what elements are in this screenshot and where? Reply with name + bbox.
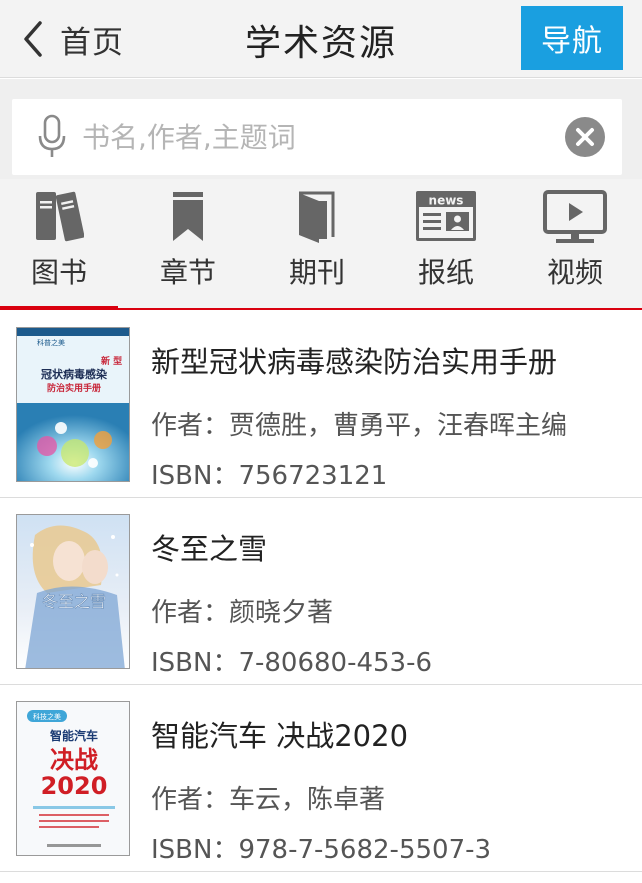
book-list-item[interactable]: 科普之美 新 型 冠状病毒感染 防治实用手册 新型冠状病毒感染防治实用手册 作者… (0, 311, 642, 498)
tab-newspapers[interactable]: news 报纸 (387, 179, 505, 308)
svg-text:冠状病毒感染: 冠状病毒感染 (41, 367, 108, 381)
bookmark-icon (173, 192, 203, 241)
svg-text:冬至之雪: 冬至之雪 (42, 592, 106, 611)
book-cover: 冬至之雪 (16, 514, 130, 669)
tab-label: 期刊 (288, 256, 345, 289)
microphone-icon[interactable] (36, 114, 68, 160)
svg-text:2020: 2020 (41, 772, 108, 800)
list-footer (0, 872, 642, 883)
resource-type-tabs: 图书 章节 期刊 news 报纸 视频 (0, 179, 642, 310)
search-bar (0, 79, 642, 179)
book-isbn: ISBN：756723121 (151, 461, 388, 491)
close-icon (576, 128, 594, 146)
svg-text:科技之美: 科技之美 (33, 712, 61, 721)
tab-journals[interactable]: 期刊 (258, 179, 376, 308)
book-author: 作者：颜晓夕著 (151, 598, 334, 628)
book-isbn: ISBN：7-80680-453-6 (151, 648, 433, 678)
book-author: 作者：车云，陈卓著 (151, 785, 386, 815)
back-label: 首页 (60, 24, 124, 61)
book-isbn: ISBN：978-7-5682-5507-3 (151, 835, 492, 865)
svg-text:防治实用手册: 防治实用手册 (47, 382, 101, 394)
journal-icon (299, 191, 335, 243)
book-author: 作者：贾德胜，曹勇平，汪春晖主编 (151, 411, 568, 441)
svg-text:科普之美: 科普之美 (37, 338, 65, 347)
chevron-left-icon (24, 21, 42, 57)
tab-books[interactable]: 图书 (0, 179, 118, 310)
book-list-item[interactable]: 冬至之雪 冬至之雪 作者：颜晓夕著 ISBN：7-80680-453-6 (0, 498, 642, 685)
tab-label: 视频 (546, 256, 603, 289)
active-tab-indicator (0, 306, 118, 310)
tab-label: 图书 (30, 256, 87, 289)
search-input[interactable] (82, 113, 552, 161)
newspaper-icon: news (416, 191, 476, 241)
tab-label: 章节 (159, 256, 216, 289)
book-cover: 科技之美 智能汽车 决战 2020 (16, 701, 130, 856)
svg-text:智能汽车: 智能汽车 (49, 728, 98, 743)
top-bar: 首页 学术资源 导航 (0, 0, 642, 78)
tab-videos[interactable]: 视频 (516, 179, 634, 308)
navigation-button[interactable]: 导航 (521, 6, 623, 70)
svg-text:新 型: 新 型 (101, 355, 122, 367)
book-title: 新型冠状病毒感染防治实用手册 (151, 345, 558, 379)
book-title: 冬至之雪 (151, 532, 268, 566)
book-list-item[interactable]: 科技之美 智能汽车 决战 2020 智能汽车 决战2020 作者：车云，陈卓著 … (0, 685, 642, 872)
svg-text:news: news (429, 194, 464, 208)
book-cover: 科普之美 新 型 冠状病毒感染 防治实用手册 (16, 327, 130, 482)
books-icon (36, 191, 84, 242)
clear-search-button[interactable] (565, 117, 605, 157)
svg-text:决战: 决战 (50, 746, 98, 774)
back-button[interactable]: 首页 (18, 16, 124, 62)
search-box (12, 99, 622, 175)
video-icon (543, 190, 607, 243)
tab-chapters[interactable]: 章节 (129, 179, 247, 308)
book-title: 智能汽车 决战2020 (151, 719, 409, 753)
tab-label: 报纸 (417, 256, 474, 289)
